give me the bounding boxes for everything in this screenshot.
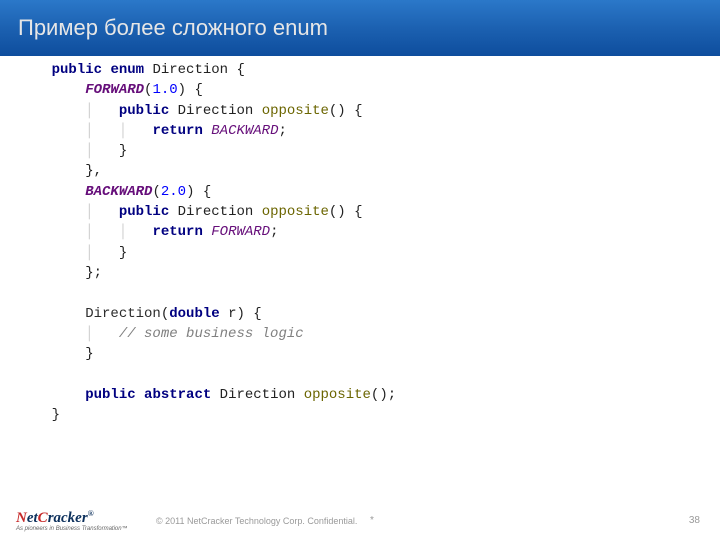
code-line: │ │ return FORWARD; <box>18 222 720 242</box>
code-line <box>18 283 720 303</box>
footer-asterisk: * <box>370 515 374 526</box>
code-line: Direction(double r) { <box>18 304 720 324</box>
code-line: BACKWARD(2.0) { <box>18 182 720 202</box>
logo-text: NetCracker® <box>16 509 128 527</box>
code-line: }, <box>18 161 720 181</box>
slide-title: Пример более сложного enum <box>18 15 328 41</box>
code-line: │ } <box>18 141 720 161</box>
code-line: │ } <box>18 243 720 263</box>
copyright: © 2011 NetCracker Technology Corp. Confi… <box>156 516 357 526</box>
page-number: 38 <box>689 515 700 526</box>
code-line: │ public Direction opposite() { <box>18 202 720 222</box>
code-line: │ public Direction opposite() { <box>18 101 720 121</box>
logo-tagline: As pioneers in Business Transformation™ <box>16 526 128 532</box>
code-line <box>18 364 720 384</box>
code-line: │ // some business logic <box>18 324 720 344</box>
logo: NetCracker® As pioneers in Business Tran… <box>16 509 128 532</box>
code-line: public enum Direction { <box>18 60 720 80</box>
footer: NetCracker® As pioneers in Business Tran… <box>0 504 720 532</box>
code-line: public abstract Direction opposite(); <box>18 385 720 405</box>
code-line: }; <box>18 263 720 283</box>
slide-header: Пример более сложного enum <box>0 0 720 56</box>
code-line: │ │ return BACKWARD; <box>18 121 720 141</box>
code-block: public enum Direction { FORWARD(1.0) { │… <box>0 56 720 425</box>
code-line: } <box>18 405 720 425</box>
code-line: } <box>18 344 720 364</box>
code-line: FORWARD(1.0) { <box>18 80 720 100</box>
